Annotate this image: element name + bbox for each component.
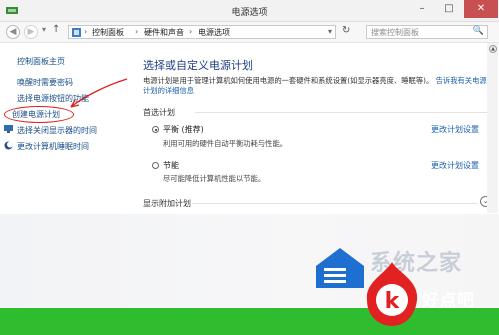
plan-balanced-settings-link[interactable]: 更改计划设置 [431, 124, 479, 135]
page-description: 电源计划是用于管理计算机如何使用电源的一套硬件和系统设置(如显示器亮度、睡眠等)… [143, 76, 493, 96]
logo-glyph: k [385, 289, 401, 314]
plan-power-saver-desc: 尽可能降低计算机性能以节能。 [163, 174, 266, 183]
monitor-icon [4, 125, 13, 135]
breadcrumb-separator: › [135, 27, 139, 36]
plan-power-saver-settings-link[interactable]: 更改计划设置 [431, 160, 479, 171]
additional-plans-divider [192, 203, 478, 204]
breadcrumb-hardware-sound[interactable]: 硬件和声音 [144, 27, 184, 38]
preferred-plans-label: 首选计划 [143, 108, 175, 117]
breadcrumb-separator: › [84, 27, 88, 36]
section-divider [195, 112, 493, 113]
control-panel-icon [72, 28, 81, 37]
address-dropdown-icon[interactable]: ▾ [328, 27, 332, 36]
logo-text: 好点吧 [422, 291, 475, 311]
house-logo-icon [316, 248, 364, 288]
scrollbar[interactable] [487, 43, 498, 213]
maximize-button[interactable]: □ [436, 0, 462, 18]
title-bar: 电源选项 – □ ✕ [0, 0, 499, 22]
red-arrow-annotation [70, 78, 128, 108]
page-title: 选择或自定义电源计划 [143, 59, 253, 72]
sidebar-item-display-off-time[interactable]: 选择关闭显示器的时间 [17, 125, 97, 136]
description-text: 电源计划是用于管理计算机如何使用电源的一套硬件和系统设置(如显示器亮度、睡眠等)… [143, 76, 434, 85]
show-additional-plans-label[interactable]: 显示附加计划 [143, 198, 191, 209]
sidebar-item-sleep-time[interactable]: 更改计算机睡眠时间 [17, 141, 89, 152]
plan-power-saver-radio[interactable] [152, 162, 159, 169]
up-button[interactable]: ↑ [52, 24, 60, 35]
logo-badge-icon: k [366, 262, 418, 326]
green-banner [0, 308, 499, 335]
breadcrumb-power-options[interactable]: 电源选项 [198, 27, 230, 38]
close-button[interactable]: ✕ [464, 0, 498, 18]
moon-icon [4, 141, 13, 152]
breadcrumb-separator: › [189, 27, 193, 36]
back-button[interactable]: ◀ [6, 25, 20, 39]
plan-balanced-desc: 利用可用的硬件自动平衡功耗与性能。 [163, 139, 288, 148]
navigation-bar: ◀ ▶ ▾ ↑ › 控制面板 › 硬件和声音 › 电源选项 ▾ ↻ 搜索控制面板… [0, 22, 499, 43]
forward-button[interactable]: ▶ [24, 25, 38, 39]
plan-balanced-name[interactable]: 平衡 (推荐) [163, 124, 204, 135]
recent-dropdown-icon[interactable]: ▾ [42, 25, 46, 34]
search-placeholder: 搜索控制面板 [371, 28, 419, 37]
search-input[interactable]: 搜索控制面板 🔍 [366, 25, 488, 39]
plan-balanced-radio[interactable] [152, 126, 159, 133]
address-bar[interactable]: › 控制面板 › 硬件和声音 › 电源选项 ▾ [68, 25, 336, 39]
breadcrumb-control-panel[interactable]: 控制面板 [92, 27, 124, 38]
sidebar-home-link[interactable]: 控制面板主页 [17, 56, 65, 67]
search-icon[interactable]: 🔍 [473, 26, 484, 36]
refresh-button[interactable]: ↻ [342, 25, 350, 36]
scroll-up-chevron-icon[interactable]: ▲ [489, 45, 497, 53]
plan-power-saver-name[interactable]: 节能 [163, 160, 179, 171]
minimize-button[interactable]: – [409, 0, 435, 18]
